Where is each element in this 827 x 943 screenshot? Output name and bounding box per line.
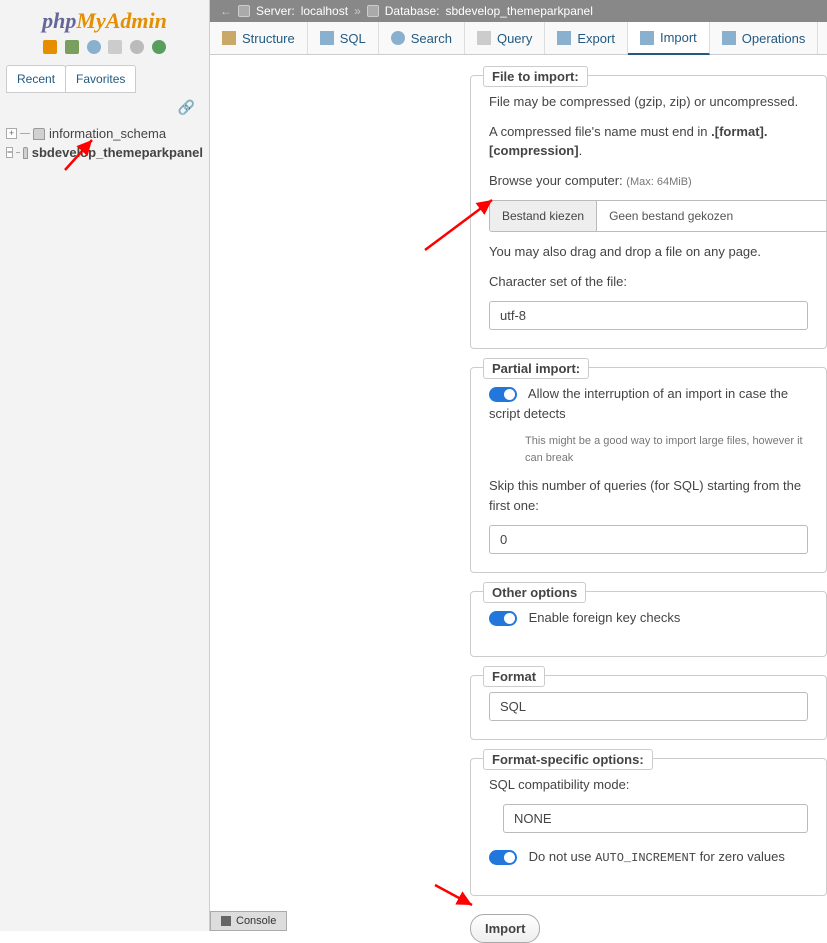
format-select[interactable]: SQL: [489, 692, 808, 721]
content: File to import: File may be compressed (…: [210, 55, 827, 943]
console-tab[interactable]: Console: [210, 911, 287, 931]
autoinc-row: Do not use AUTO_INCREMENT for zero value…: [489, 847, 808, 867]
main-panel: ← Server: localhost » Database: sbdevelo…: [210, 0, 827, 931]
fk-row: Enable foreign key checks: [489, 608, 808, 628]
fk-toggle[interactable]: [489, 611, 517, 626]
settings-icon[interactable]: [130, 40, 144, 54]
fieldset-other: Other options Enable foreign key checks: [470, 591, 827, 657]
home-icon[interactable]: [43, 40, 57, 54]
nav-sql[interactable]: SQL: [308, 22, 379, 54]
sql-icon: [320, 31, 334, 45]
db-label: information_schema: [49, 126, 166, 141]
sidebar-tabs: Recent Favorites: [0, 65, 209, 93]
allow-interrupt-label: Allow the interruption of an import in c…: [489, 386, 788, 421]
skip-label: Skip this number of queries (for SQL) st…: [489, 476, 808, 515]
file-compress-note: File may be compressed (gzip, zip) or un…: [489, 92, 808, 112]
topnav: Structure SQL Search Query Export Import…: [210, 22, 827, 55]
crumb-server-label: Server:: [256, 4, 295, 18]
crumb-sep: »: [354, 4, 361, 18]
docs-icon[interactable]: [108, 40, 122, 54]
dragdrop-note: You may also drag and drop a file on any…: [489, 242, 808, 262]
legend-file-import: File to import:: [483, 66, 588, 87]
fieldset-specific: Format-specific options: SQL compatibili…: [470, 758, 827, 897]
allow-interrupt-row: Allow the interruption of an import in c…: [489, 384, 808, 423]
charset-label: Character set of the file:: [489, 272, 808, 292]
file-input[interactable]: Bestand kiezen Geen bestand gekozen: [489, 200, 827, 232]
collapse-sidebar-icon[interactable]: ←: [220, 4, 232, 18]
legend-partial: Partial import:: [483, 358, 589, 379]
crumb-db-label: Database:: [385, 4, 440, 18]
nav-structure[interactable]: Structure: [210, 22, 308, 54]
legend-other: Other options: [483, 582, 586, 603]
search-icon: [391, 31, 405, 45]
fk-label: Enable foreign key checks: [529, 610, 681, 625]
sidebar: phpMyAdmin Recent Favorites 🔗 + informat…: [0, 0, 210, 931]
operations-icon: [722, 31, 736, 45]
autoinc-toggle[interactable]: [489, 850, 517, 865]
fieldset-partial-import: Partial import: Allow the interruption o…: [470, 367, 827, 573]
collapse-icon[interactable]: −: [6, 147, 13, 158]
database-icon: [367, 5, 379, 17]
logo[interactable]: phpMyAdmin: [0, 0, 209, 36]
nav-import[interactable]: Import: [628, 22, 710, 55]
console-icon: [221, 916, 231, 926]
allow-interrupt-toggle[interactable]: [489, 387, 517, 402]
compat-select[interactable]: NONE: [503, 804, 808, 833]
db-tree: + information_schema − sbdevelop_themepa…: [0, 122, 209, 164]
structure-icon: [222, 31, 236, 45]
nav-search[interactable]: Search: [379, 22, 465, 54]
nav-export[interactable]: Export: [545, 22, 628, 54]
breadcrumb: ← Server: localhost » Database: sbdevelo…: [210, 0, 827, 22]
database-icon: [23, 147, 28, 159]
import-icon: [640, 31, 654, 45]
import-button[interactable]: Import: [470, 914, 540, 943]
browse-label: Browse your computer: (Max: 64MiB): [489, 171, 808, 191]
nav-operations[interactable]: Operations: [710, 22, 819, 54]
help-icon[interactable]: [87, 40, 101, 54]
crumb-server[interactable]: localhost: [301, 4, 348, 18]
nav-more[interactable]: [818, 22, 827, 54]
db-item-information-schema[interactable]: + information_schema: [6, 124, 203, 143]
crumb-db[interactable]: sbdevelop_themeparkpanel: [445, 4, 592, 18]
fieldset-file-import: File to import: File may be compressed (…: [470, 75, 827, 349]
file-name-note: A compressed file's name must end in .[f…: [489, 122, 808, 161]
charset-select[interactable]: utf-8: [489, 301, 808, 330]
allow-interrupt-hint: This might be a good way to import large…: [525, 433, 808, 466]
database-icon: [33, 128, 45, 140]
fieldset-format: Format SQL: [470, 675, 827, 740]
query-icon: [477, 31, 491, 45]
tab-favorites[interactable]: Favorites: [65, 65, 136, 93]
compat-label: SQL compatibility mode:: [489, 775, 808, 795]
link-icon[interactable]: 🔗: [0, 93, 209, 122]
choose-file-button[interactable]: Bestand kiezen: [490, 201, 597, 231]
nav-query[interactable]: Query: [465, 22, 545, 54]
tab-recent[interactable]: Recent: [6, 65, 66, 93]
db-item-sbdevelop[interactable]: − sbdevelop_themeparkpanel: [6, 143, 203, 162]
exit-icon[interactable]: [65, 40, 79, 54]
export-icon: [557, 31, 571, 45]
expand-icon[interactable]: +: [6, 128, 17, 139]
reload-icon[interactable]: [152, 40, 166, 54]
console-label: Console: [236, 915, 276, 927]
sidebar-toolbar: [0, 36, 209, 65]
legend-format: Format: [483, 666, 545, 687]
file-chosen-label: Geen bestand gekozen: [597, 201, 745, 231]
skip-input[interactable]: [489, 525, 808, 554]
legend-specific: Format-specific options:: [483, 749, 653, 770]
server-icon: [238, 5, 250, 17]
db-label: sbdevelop_themeparkpanel: [32, 145, 203, 160]
